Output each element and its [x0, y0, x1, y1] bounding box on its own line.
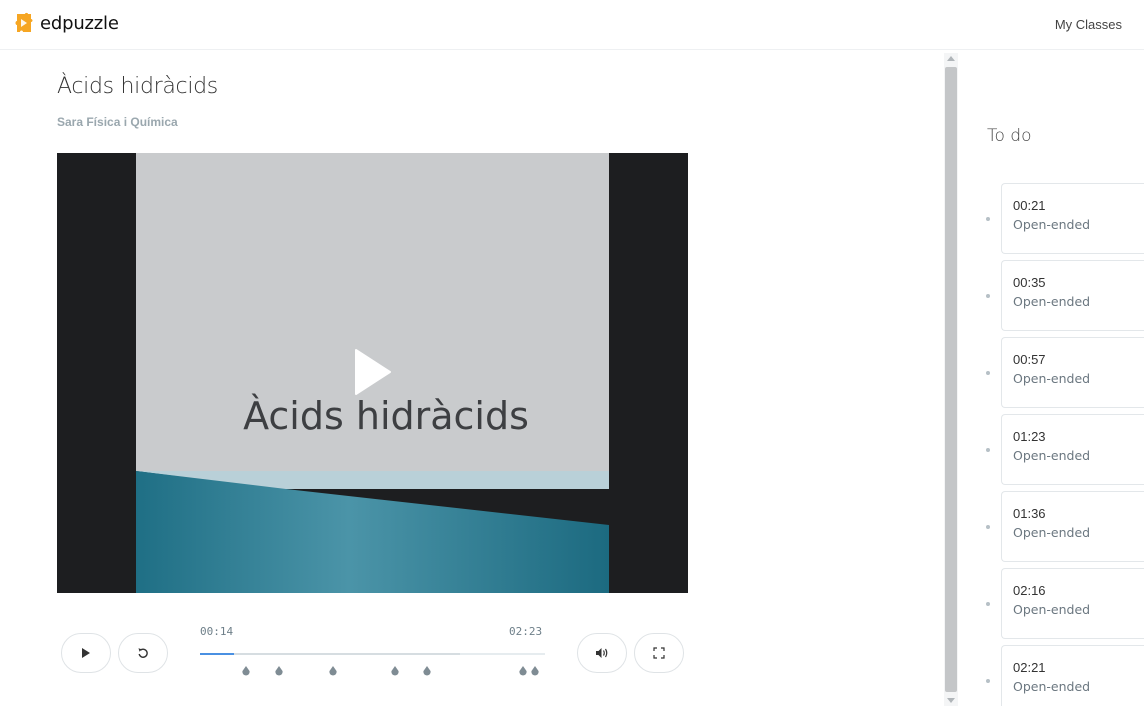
video-author[interactable]: Sara Física i Química	[57, 115, 178, 129]
question-type: Open-ended	[1013, 679, 1091, 694]
volume-icon	[596, 648, 608, 658]
top-bar: edpuzzle My Classes	[0, 0, 1144, 50]
progress-track[interactable]	[200, 653, 545, 655]
buffer-bar	[200, 653, 460, 655]
question-marker-icon[interactable]	[391, 666, 399, 676]
duration: 02:23	[509, 625, 543, 638]
question-time: 01:23	[1013, 429, 1046, 444]
rewind-button[interactable]	[118, 633, 168, 673]
play-icon	[82, 648, 90, 658]
question-type: Open-ended	[1013, 371, 1091, 386]
video-title: Àcids hidràcids	[57, 74, 218, 99]
question-timeline-dot	[986, 525, 990, 529]
question-marker-icon[interactable]	[531, 666, 539, 676]
question-type: Open-ended	[1013, 602, 1091, 617]
fullscreen-icon	[653, 647, 665, 659]
scroll-up-arrow[interactable]	[947, 56, 955, 61]
brand-name: edpuzzle	[40, 12, 119, 34]
question-type: Open-ended	[1013, 448, 1091, 463]
fullscreen-button[interactable]	[634, 633, 684, 673]
play-overlay-icon[interactable]	[354, 348, 392, 396]
question-timeline-dot	[986, 602, 990, 606]
question-card[interactable]: 00:35 Open-ended	[1001, 260, 1144, 331]
todo-heading: To do	[987, 126, 1032, 146]
question-type: Open-ended	[1013, 525, 1091, 540]
scroll-down-arrow[interactable]	[947, 698, 955, 703]
question-time: 00:35	[1013, 275, 1046, 290]
question-time: 02:21	[1013, 660, 1046, 675]
edpuzzle-logo-icon	[15, 12, 33, 32]
my-classes-link[interactable]: My Classes	[1055, 17, 1122, 32]
question-marker-icon[interactable]	[275, 666, 284, 676]
rewind-icon	[138, 648, 148, 658]
video-player[interactable]: Àcids hidràcids	[57, 153, 688, 593]
question-timeline-dot	[986, 448, 990, 452]
question-time: 01:36	[1013, 506, 1046, 521]
volume-button[interactable]	[577, 633, 627, 673]
question-card[interactable]: 01:36 Open-ended	[1001, 491, 1144, 562]
slide-title: Àcids hidràcids	[243, 394, 529, 438]
question-card[interactable]: 02:16 Open-ended	[1001, 568, 1144, 639]
question-card[interactable]: 00:57 Open-ended	[1001, 337, 1144, 408]
question-timeline-dot	[986, 371, 990, 375]
question-marker-icon[interactable]	[328, 666, 337, 676]
question-type: Open-ended	[1013, 294, 1091, 309]
current-time: 00:14	[200, 625, 234, 638]
question-type: Open-ended	[1013, 217, 1091, 232]
question-marker-icon[interactable]	[242, 666, 250, 676]
question-marker-icon[interactable]	[519, 666, 527, 676]
scroll-thumb[interactable]	[945, 67, 957, 692]
question-timeline-dot	[986, 217, 990, 221]
question-timeline-dot	[986, 294, 990, 298]
progress-fill	[200, 653, 234, 655]
edpuzzle-logo[interactable]: edpuzzle	[12, 11, 119, 35]
question-card[interactable]: 02:21 Open-ended	[1001, 645, 1144, 706]
scrollbar[interactable]	[944, 53, 958, 706]
question-time: 00:57	[1013, 352, 1046, 367]
play-button[interactable]	[61, 633, 111, 673]
question-marker-icon[interactable]	[422, 666, 431, 676]
question-time: 00:21	[1013, 198, 1046, 213]
question-card[interactable]: 01:23 Open-ended	[1001, 414, 1144, 485]
question-timeline-dot	[986, 679, 990, 683]
question-card[interactable]: 00:21 Open-ended	[1001, 183, 1144, 254]
question-time: 02:16	[1013, 583, 1046, 598]
